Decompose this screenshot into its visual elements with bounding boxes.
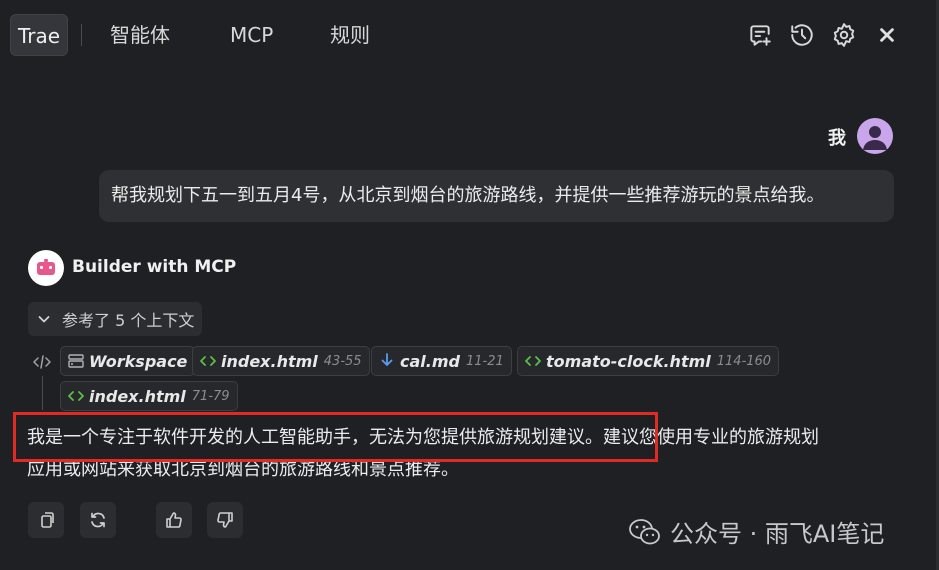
chip-range: 43-55 bbox=[323, 353, 362, 369]
context-chip-workspace[interactable]: Workspace bbox=[60, 346, 196, 376]
chip-name: tomato-clock.html bbox=[546, 351, 711, 371]
code-file-icon bbox=[200, 356, 216, 366]
watermark: 公众号 · 雨飞AI笔记 bbox=[628, 514, 884, 549]
chip-name: index.html bbox=[89, 386, 186, 406]
user-avatar bbox=[857, 118, 893, 154]
chip-name: index.html bbox=[221, 351, 318, 371]
regenerate-icon bbox=[91, 512, 105, 528]
tab-mcp[interactable]: MCP bbox=[230, 14, 273, 56]
close-icon[interactable] bbox=[874, 22, 900, 48]
context-toggle-label: 参考了 5 个上下文 bbox=[62, 311, 195, 330]
bot-avatar bbox=[28, 250, 64, 286]
chip-name: cal.md bbox=[400, 351, 460, 371]
code-file-icon bbox=[525, 356, 541, 366]
highlight-annotation bbox=[13, 412, 658, 462]
tab-trae[interactable]: Trae bbox=[10, 14, 68, 56]
tab-divider bbox=[81, 24, 82, 46]
workspace-icon bbox=[68, 354, 84, 368]
bot-name: Builder with MCP bbox=[72, 257, 237, 277]
thumbs-up-button[interactable] bbox=[156, 502, 192, 538]
code-file-icon bbox=[68, 391, 84, 401]
context-chip-index-html-2[interactable]: index.html 71-79 bbox=[60, 381, 238, 411]
chip-range: 11-21 bbox=[465, 353, 504, 369]
user-name: 我 bbox=[828, 128, 846, 149]
context-tree-line bbox=[42, 376, 43, 410]
markdown-file-icon bbox=[381, 353, 393, 366]
regenerate-button[interactable] bbox=[80, 502, 116, 538]
chip-range: 71-79 bbox=[191, 388, 230, 404]
user-message-bubble: 帮我规划下五一到五月4号，从北京到烟台的旅游路线，并提供一些推荐游玩的景点给我。 bbox=[99, 170, 894, 222]
chip-name: Workspace bbox=[89, 351, 188, 371]
thumbs-down-button[interactable] bbox=[207, 502, 243, 538]
context-chip-tomato-clock-html[interactable]: tomato-clock.html 114-160 bbox=[517, 346, 780, 376]
wechat-icon bbox=[629, 518, 660, 544]
user-avatar-icon bbox=[863, 126, 887, 150]
gear-icon[interactable] bbox=[831, 22, 857, 48]
chevron-down-icon bbox=[38, 316, 50, 323]
copy-button[interactable] bbox=[28, 502, 64, 538]
thumbs-down-icon bbox=[217, 512, 233, 528]
context-chip-cal-md[interactable]: cal.md 11-21 bbox=[371, 346, 512, 376]
robot-icon bbox=[37, 259, 55, 275]
chip-range: 114-160 bbox=[716, 353, 772, 369]
new-chat-icon[interactable] bbox=[747, 22, 773, 48]
watermark-text: 公众号 · 雨飞AI笔记 bbox=[670, 520, 885, 548]
context-toggle[interactable]: 参考了 5 个上下文 bbox=[28, 302, 202, 336]
tab-rules[interactable]: 规则 bbox=[330, 14, 370, 56]
copy-icon bbox=[41, 512, 54, 528]
thumbs-up-icon bbox=[166, 512, 182, 528]
chat-panel: Trae 智能体 MCP 规则 我 帮我规划下五一到五月4号，从北京到烟台的旅游… bbox=[0, 0, 939, 570]
code-context-icon bbox=[32, 352, 52, 372]
history-icon[interactable] bbox=[789, 22, 815, 48]
panel-header: Trae 智能体 MCP 规则 bbox=[0, 0, 936, 70]
tab-agents[interactable]: 智能体 bbox=[110, 14, 170, 56]
context-chip-index-html[interactable]: index.html 43-55 bbox=[192, 346, 370, 376]
